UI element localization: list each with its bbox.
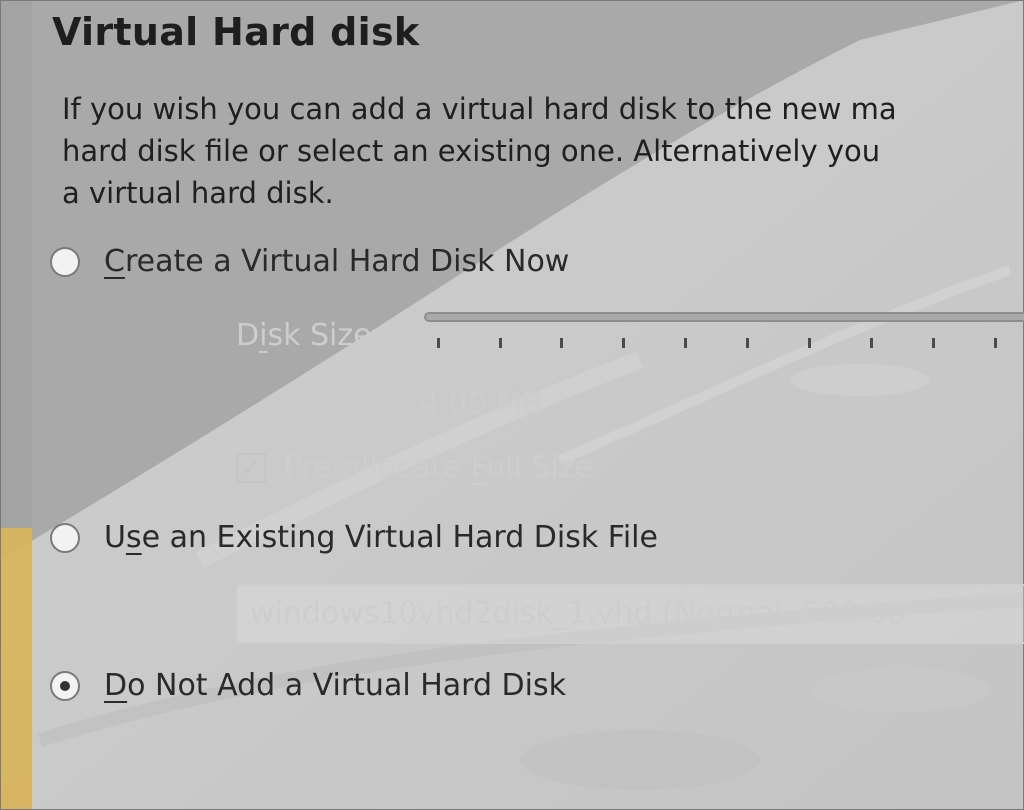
existing-disk-label-rest: e an Existing Virtual Hard Disk File	[141, 520, 658, 555]
preallocate-mnemonic: F	[470, 450, 487, 485]
preallocate-label-rest: ull Size	[486, 450, 593, 485]
preallocate-checkbox-option[interactable]: ✓ Pre-allocate Full Size	[236, 450, 593, 485]
slider-tick	[808, 338, 811, 348]
description-line-3: a virtual hard disk.	[62, 176, 334, 210]
no-disk-radio-option[interactable]: Do Not Add a Virtual Hard Disk	[50, 668, 566, 703]
slider-tick	[746, 338, 749, 348]
slider-tick	[622, 338, 625, 348]
description-line-2: hard disk file or select an existing one…	[62, 134, 881, 168]
existing-disk-file-select[interactable]: windows10vhd2disk_1.vhd (Normal, 500.00	[236, 584, 1024, 644]
disk-size-slider-ticks	[430, 338, 1024, 352]
existing-disk-mnemonic: s	[125, 520, 142, 555]
slider-tick	[499, 338, 502, 348]
no-disk-label-rest: o Not Add a Virtual Hard Disk	[127, 668, 566, 703]
disk-size-value: 4.00 MB	[420, 386, 543, 421]
existing-disk-radio-option[interactable]: Use an Existing Virtual Hard Disk File	[50, 520, 658, 555]
description-line-1: If you wish you can add a virtual hard d…	[62, 92, 897, 126]
no-disk-radio[interactable]	[50, 670, 80, 701]
no-disk-label: Do Not Add a Virtual Hard Disk	[104, 668, 566, 703]
slider-tick	[994, 338, 997, 348]
disk-size-label-pre: D	[236, 318, 260, 353]
create-disk-label-text: reate a Virtual Hard Disk Now	[124, 244, 570, 279]
create-disk-mnemonic: C	[104, 244, 125, 279]
disk-size-label: Disk Size:	[236, 318, 382, 353]
create-disk-radio[interactable]	[50, 246, 80, 277]
slider-tick	[932, 338, 935, 348]
slider-tick	[437, 338, 440, 348]
preallocate-checkbox[interactable]: ✓	[236, 452, 266, 483]
page-description: If you wish you can add a virtual hard d…	[62, 88, 1024, 214]
slider-tick	[870, 338, 873, 348]
slider-tick	[560, 338, 563, 348]
page-title: Virtual Hard disk	[52, 10, 420, 54]
slider-tick	[684, 338, 687, 348]
create-disk-radio-option[interactable]: Create a Virtual Hard Disk Now	[50, 244, 569, 279]
existing-disk-radio[interactable]	[50, 522, 80, 553]
no-disk-mnemonic: D	[104, 668, 128, 703]
preallocate-label: Pre-allocate Full Size	[284, 450, 593, 485]
create-disk-label: Create a Virtual Hard Disk Now	[104, 244, 569, 279]
disk-size-label-rest: sk Size:	[267, 318, 382, 353]
existing-disk-label: Use an Existing Virtual Hard Disk File	[104, 520, 658, 555]
preallocate-label-pre: Pre-allocate	[284, 450, 471, 485]
disk-size-slider[interactable]	[424, 312, 1024, 322]
existing-disk-label-pre: U	[104, 520, 126, 555]
